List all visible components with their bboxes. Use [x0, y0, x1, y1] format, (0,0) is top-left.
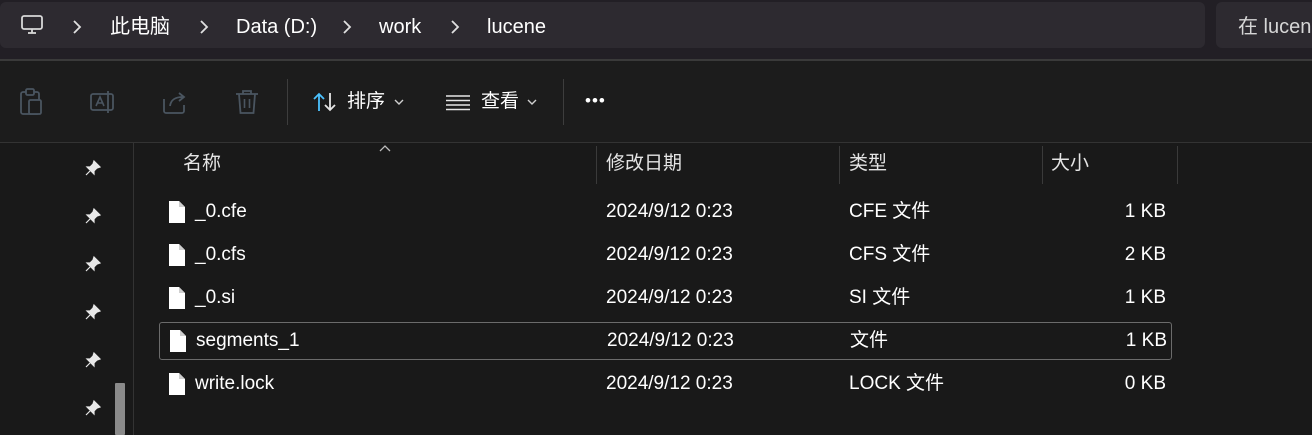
chevron-right-icon[interactable]	[450, 19, 460, 35]
file-icon	[169, 287, 185, 309]
pin-icon[interactable]	[84, 255, 102, 273]
breadcrumb-data-drive[interactable]: Data (D:)	[236, 15, 317, 39]
command-bar: 排序 查看 •••	[0, 61, 1312, 143]
file-row[interactable]: _0.cfs 2024/9/12 0:23 CFS 文件 2 KB	[160, 237, 1171, 273]
breadcrumb-lucene[interactable]: lucene	[487, 15, 546, 39]
chevron-right-icon[interactable]	[199, 19, 209, 35]
toolbar-divider	[287, 79, 288, 125]
pin-icon[interactable]	[84, 351, 102, 369]
file-size: 1 KB	[1124, 201, 1166, 222]
file-type: CFS 文件	[849, 244, 931, 265]
file-size: 2 KB	[1124, 244, 1166, 265]
view-button[interactable]: 查看	[440, 79, 550, 125]
column-header-name[interactable]: 名称	[183, 152, 221, 176]
rename-icon[interactable]	[89, 87, 117, 117]
file-icon	[169, 201, 185, 223]
chevron-right-icon[interactable]	[342, 19, 352, 35]
file-name: _0.si	[195, 287, 236, 308]
navigation-pane	[0, 143, 134, 435]
sort-button[interactable]: 排序	[305, 79, 415, 125]
pin-icon[interactable]	[84, 207, 102, 225]
breadcrumb-work[interactable]: work	[379, 15, 421, 39]
column-divider[interactable]	[596, 146, 597, 184]
pin-icon[interactable]	[84, 159, 102, 177]
file-type: CFE 文件	[849, 201, 931, 222]
file-type: LOCK 文件	[849, 373, 945, 394]
computer-icon[interactable]	[20, 14, 44, 36]
file-icon	[170, 330, 186, 352]
file-date: 2024/9/12 0:23	[606, 287, 733, 308]
search-placeholder: 在 lucene	[1238, 16, 1312, 38]
chevron-right-icon[interactable]	[72, 19, 82, 35]
title-bar: 此电脑 Data (D:) work lucene 在 lucene	[0, 0, 1312, 60]
column-divider[interactable]	[839, 146, 840, 184]
file-size: 0 KB	[1124, 373, 1166, 394]
chevron-down-icon	[394, 99, 404, 105]
pin-icon[interactable]	[84, 303, 102, 321]
toolbar-divider	[563, 79, 564, 125]
sort-icon	[313, 92, 336, 112]
column-header-size[interactable]: 大小	[1051, 152, 1089, 176]
view-list-icon	[446, 95, 470, 111]
file-name: _0.cfe	[195, 201, 247, 222]
file-size: 1 KB	[1124, 287, 1166, 308]
chevron-down-icon	[527, 99, 537, 105]
address-bar[interactable]: 此电脑 Data (D:) work lucene	[0, 2, 1205, 48]
trash-icon[interactable]	[233, 87, 261, 117]
file-name: _0.cfs	[195, 244, 246, 265]
file-date: 2024/9/12 0:23	[606, 201, 733, 222]
sort-ascending-icon	[379, 145, 391, 152]
share-icon[interactable]	[161, 87, 189, 117]
file-date: 2024/9/12 0:23	[606, 373, 733, 394]
file-name: write.lock	[195, 373, 275, 394]
column-header-date[interactable]: 修改日期	[606, 152, 682, 176]
file-type: 文件	[850, 330, 889, 351]
divider	[0, 142, 1312, 143]
file-icon	[169, 244, 185, 266]
file-date: 2024/9/12 0:23	[606, 244, 733, 265]
breadcrumb-this-pc[interactable]: 此电脑	[110, 15, 170, 39]
pane-divider[interactable]	[133, 143, 134, 435]
column-divider[interactable]	[1177, 146, 1178, 184]
file-type: SI 文件	[849, 287, 911, 308]
sort-label: 排序	[347, 91, 386, 112]
file-name: segments_1	[196, 330, 300, 351]
nav-scrollbar-thumb[interactable]	[115, 383, 125, 435]
copy-icon[interactable]	[17, 87, 45, 117]
column-header-type[interactable]: 类型	[849, 152, 887, 176]
file-date: 2024/9/12 0:23	[607, 330, 734, 351]
file-row[interactable]: _0.cfe 2024/9/12 0:23 CFE 文件 1 KB	[160, 194, 1171, 230]
pin-icon[interactable]	[84, 399, 102, 417]
more-options-button[interactable]: •••	[585, 87, 606, 115]
file-size: 1 KB	[1125, 330, 1167, 351]
file-row-selected[interactable]: segments_1 2024/9/12 0:23 文件 1 KB	[159, 322, 1172, 360]
column-divider[interactable]	[1042, 146, 1043, 184]
file-row[interactable]: _0.si 2024/9/12 0:23 SI 文件 1 KB	[160, 280, 1171, 316]
file-icon	[169, 373, 185, 395]
view-label: 查看	[481, 91, 520, 112]
file-row[interactable]: write.lock 2024/9/12 0:23 LOCK 文件 0 KB	[160, 366, 1171, 402]
search-input[interactable]: 在 lucene	[1216, 2, 1312, 48]
